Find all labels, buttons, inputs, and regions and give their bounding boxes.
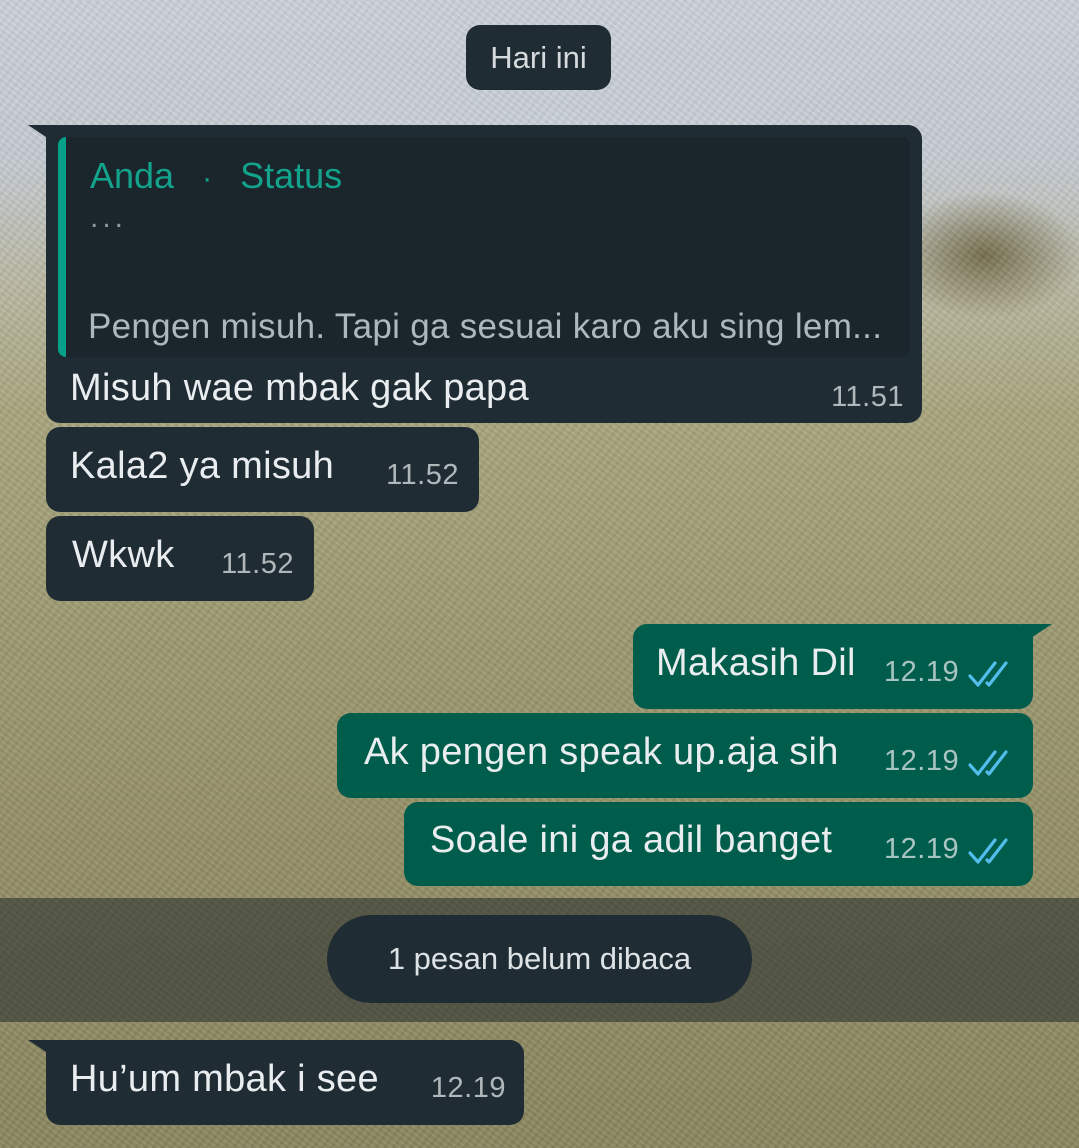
quote-separator: ·	[202, 162, 213, 195]
message-time: 12.19	[430, 1072, 506, 1104]
message-text: Misuh wae mbak gak papa	[70, 367, 529, 409]
message-time: 11.51	[831, 381, 904, 413]
unread-messages-badge: 1 pesan belum dibaca	[327, 915, 752, 1003]
quote-dots: ...	[90, 201, 128, 234]
message-text: Soale ini ga adil banget	[430, 819, 833, 861]
date-separator: Hari ini	[466, 25, 611, 90]
message-text: Wkwk	[72, 534, 175, 576]
chat-view[interactable]: Hari ini Anda · Status ... Pengen misuh.…	[0, 0, 1079, 1148]
date-separator-label: Hari ini	[490, 39, 587, 75]
message-text: Hu’um mbak i see	[70, 1058, 379, 1100]
quote-author: Anda	[90, 155, 175, 196]
incoming-message[interactable]: Wkwk 11.52	[46, 516, 314, 601]
message-text: Ak pengen speak up.aja sih	[364, 731, 839, 773]
read-receipt-icon	[968, 750, 1008, 776]
quoted-text: Pengen misuh. Tapi ga sesuai karo aku si…	[88, 307, 883, 346]
message-time: 12.19	[884, 656, 960, 688]
message-time: 12.19	[884, 833, 960, 865]
incoming-message[interactable]: Hu’um mbak i see 12.19	[46, 1040, 524, 1125]
status-reply-message[interactable]: Anda · Status ... Pengen misuh. Tapi ga …	[46, 125, 922, 423]
unread-messages-label: 1 pesan belum dibaca	[387, 941, 692, 976]
outgoing-message[interactable]: Soale ini ga adil banget 12.19	[404, 802, 1033, 886]
read-receipt-icon	[968, 661, 1008, 687]
message-time: 11.52	[221, 548, 294, 580]
outgoing-message[interactable]: Ak pengen speak up.aja sih 12.19	[337, 713, 1033, 798]
read-receipt-icon	[968, 838, 1008, 864]
quote-accent-bar	[58, 137, 66, 357]
outgoing-message[interactable]: Makasih Dil 12.19	[633, 624, 1033, 709]
message-time: 12.19	[884, 745, 960, 777]
message-text: Kala2 ya misuh	[70, 445, 335, 487]
incoming-message[interactable]: Kala2 ya misuh 11.52	[46, 427, 479, 512]
message-text: Makasih Dil	[656, 642, 856, 684]
quote-status-label: Status	[240, 155, 343, 196]
quote-header: Anda · Status	[90, 155, 342, 197]
quoted-status[interactable]: Anda · Status ... Pengen misuh. Tapi ga …	[58, 137, 910, 357]
message-time: 11.52	[386, 459, 459, 491]
